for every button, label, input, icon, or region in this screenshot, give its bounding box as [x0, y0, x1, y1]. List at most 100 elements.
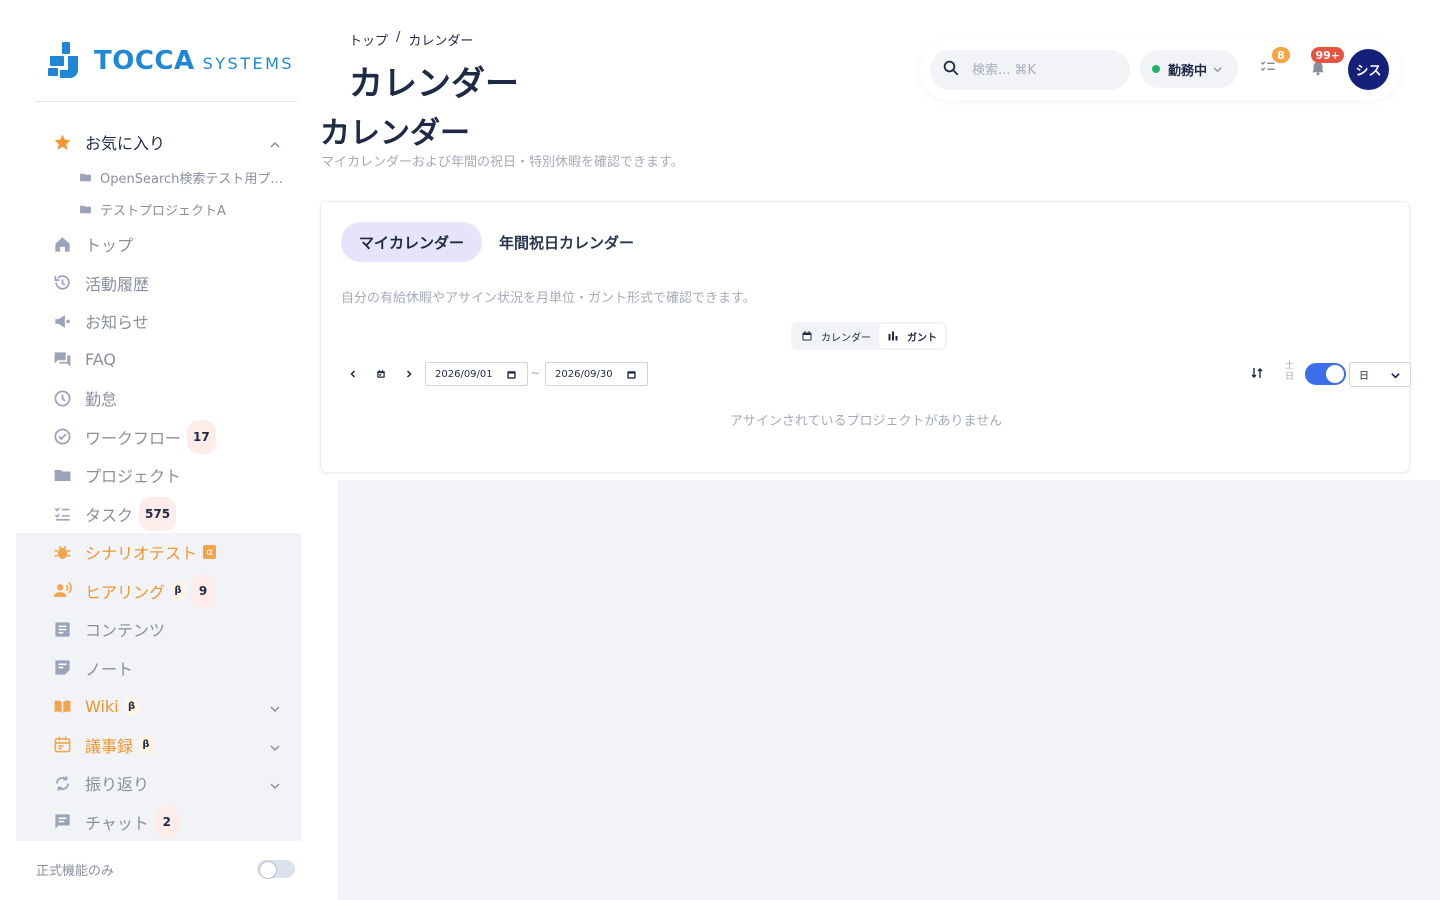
weekend-label: 土 日: [1285, 361, 1294, 383]
status-dot: [1152, 65, 1160, 73]
favorite-item[interactable]: OpenSearch検索テスト用プ...: [16, 161, 301, 193]
bar-chart-icon: [888, 331, 898, 341]
header-toolbar: 勤務中 8 99+ シス: [920, 40, 1400, 100]
view-calendar-button[interactable]: カレンダー: [793, 324, 879, 348]
sidebar-item-label: シナリオテスト: [85, 544, 198, 564]
home-icon: [52, 234, 72, 254]
prev-button[interactable]: [342, 362, 364, 386]
unit-select[interactable]: 日: [1349, 362, 1411, 387]
sidebar-nav: お気に入り OpenSearch検索テスト用プ... テストプロジェクトA トッ…: [16, 123, 301, 841]
search-box[interactable]: [930, 50, 1130, 90]
sidebar-item-label: タスク: [85, 505, 134, 525]
calendar-icon: [52, 735, 72, 755]
calendar-icon[interactable]: [506, 369, 517, 380]
folder-icon: [78, 170, 92, 184]
sidebar-item-retro[interactable]: 振り返り: [16, 764, 301, 803]
avatar[interactable]: シス: [1348, 49, 1389, 90]
sidebar-item-minutes[interactable]: 議事録 β: [16, 725, 301, 764]
calendar-icon[interactable]: [626, 369, 637, 380]
gantt-controls: 2026/09/01 ~ 2026/09/30 土 日 日: [341, 361, 1411, 388]
weekend-toggle[interactable]: [1305, 363, 1346, 385]
message-icon: [52, 812, 72, 832]
sidebar-item-faq[interactable]: FAQ: [16, 341, 301, 380]
today-button[interactable]: [370, 362, 392, 386]
sort-icon[interactable]: [1250, 366, 1264, 380]
logo[interactable]: TOCCA SYSTEMS: [48, 42, 294, 80]
megaphone-icon: [52, 311, 72, 331]
sidebar-item-top[interactable]: トップ: [16, 225, 301, 264]
sidebar-item-label: ノート: [85, 659, 134, 679]
sidebar-item-favorites[interactable]: お気に入り: [16, 123, 301, 161]
sidebar-item-label: チャット: [85, 813, 149, 833]
beta-badge: β: [124, 697, 139, 716]
check-circle-icon: [52, 427, 72, 447]
count-badge: 17: [187, 419, 216, 454]
view-toggle: カレンダー ガント: [791, 322, 947, 350]
sidebar-item-task[interactable]: タスク 575: [16, 495, 301, 534]
calendar-today-icon: [377, 369, 385, 378]
unit-select-value: 日: [1359, 371, 1369, 382]
search-icon: [942, 59, 972, 81]
empty-message: アサインされているプロジェクトがありません: [729, 414, 1003, 429]
sidebar-item-scenario-test[interactable]: シナリオテスト α: [16, 533, 301, 572]
sidebar-item-workflow[interactable]: ワークフロー 17: [16, 418, 301, 457]
date-separator: ~: [530, 366, 541, 380]
checklist-icon: [52, 504, 72, 524]
sunday-label: 日: [1285, 372, 1295, 382]
status-label: 勤務中: [1168, 63, 1208, 79]
view-gantt-label: ガント: [907, 332, 937, 344]
alpha-badge: α: [203, 545, 217, 560]
date-to-value: 2026/09/30: [555, 368, 613, 380]
next-button[interactable]: [398, 362, 420, 386]
sidebar-item-content[interactable]: コンテンツ: [16, 610, 301, 649]
book-icon: [52, 696, 72, 716]
sidebar-item-news[interactable]: お知らせ: [16, 302, 301, 341]
sidebar-item-hearing[interactable]: ヒアリング β 9: [16, 571, 301, 610]
date-to-input[interactable]: 2026/09/30: [545, 362, 648, 386]
calendar-card: マイカレンダー 年間祝日カレンダー 自分の有給休暇やアサイン状況を月単位・ガント…: [320, 201, 1411, 473]
sidebar-item-label: トップ: [85, 236, 134, 256]
chevron-down-icon: [269, 777, 281, 790]
tab-holiday-calendar[interactable]: 年間祝日カレンダー: [483, 222, 650, 262]
official-only-toggle[interactable]: [257, 860, 295, 879]
breadcrumb-separator: /: [396, 30, 401, 45]
chevron-down-icon: [1213, 66, 1222, 72]
sidebar-item-label: Wiki: [85, 696, 119, 716]
sidebar-item-history[interactable]: 活動履歴: [16, 264, 301, 303]
sidebar-item-project[interactable]: プロジェクト: [16, 456, 301, 495]
sidebar-footer: 正式機能のみ: [16, 854, 301, 884]
favorite-item-label: テストプロジェクトA: [100, 203, 226, 219]
date-from-value: 2026/09/01: [435, 368, 493, 380]
note-icon: [52, 658, 72, 678]
sidebar-item-note[interactable]: ノート: [16, 648, 301, 687]
beta-badge: β: [139, 735, 154, 754]
date-from-input[interactable]: 2026/09/01: [425, 362, 528, 386]
breadcrumb-link-top[interactable]: トップ: [349, 30, 388, 49]
logo-subtext: SYSTEMS: [202, 54, 295, 73]
notifications-button[interactable]: 99+: [1307, 47, 1344, 80]
sidebar-item-label: お気に入り: [85, 134, 166, 153]
saturday-label: 土: [1285, 361, 1295, 371]
work-status-dropdown[interactable]: 勤務中: [1140, 50, 1238, 88]
history-icon: [52, 273, 72, 293]
sidebar-item-wiki[interactable]: Wiki β: [16, 687, 301, 726]
search-input[interactable]: [972, 62, 1112, 78]
view-calendar-label: カレンダー: [821, 332, 871, 344]
header-title: カレンダー: [349, 64, 519, 104]
favorite-item[interactable]: テストプロジェクトA: [16, 193, 301, 225]
sidebar-item-label: 勤怠: [85, 390, 118, 410]
view-gantt-button[interactable]: ガント: [879, 324, 945, 348]
tab-my-calendar[interactable]: マイカレンダー: [341, 222, 482, 262]
sidebar-item-label: ヒアリング: [85, 582, 166, 602]
notifications-badge: 99+: [1311, 47, 1344, 63]
sidebar-item-label: FAQ: [85, 350, 116, 370]
sidebar-item-label: ワークフロー: [85, 428, 182, 448]
sidebar-item-chat[interactable]: チャット 2: [16, 802, 301, 841]
tasks-button[interactable]: 8: [1257, 47, 1290, 80]
count-badge: 2: [154, 804, 179, 839]
count-badge: 9: [191, 573, 216, 608]
sidebar-item-attendance[interactable]: 勤怠: [16, 379, 301, 418]
document-icon: [52, 619, 72, 639]
count-badge: 575: [139, 496, 177, 531]
breadcrumb-current: カレンダー: [408, 34, 474, 49]
